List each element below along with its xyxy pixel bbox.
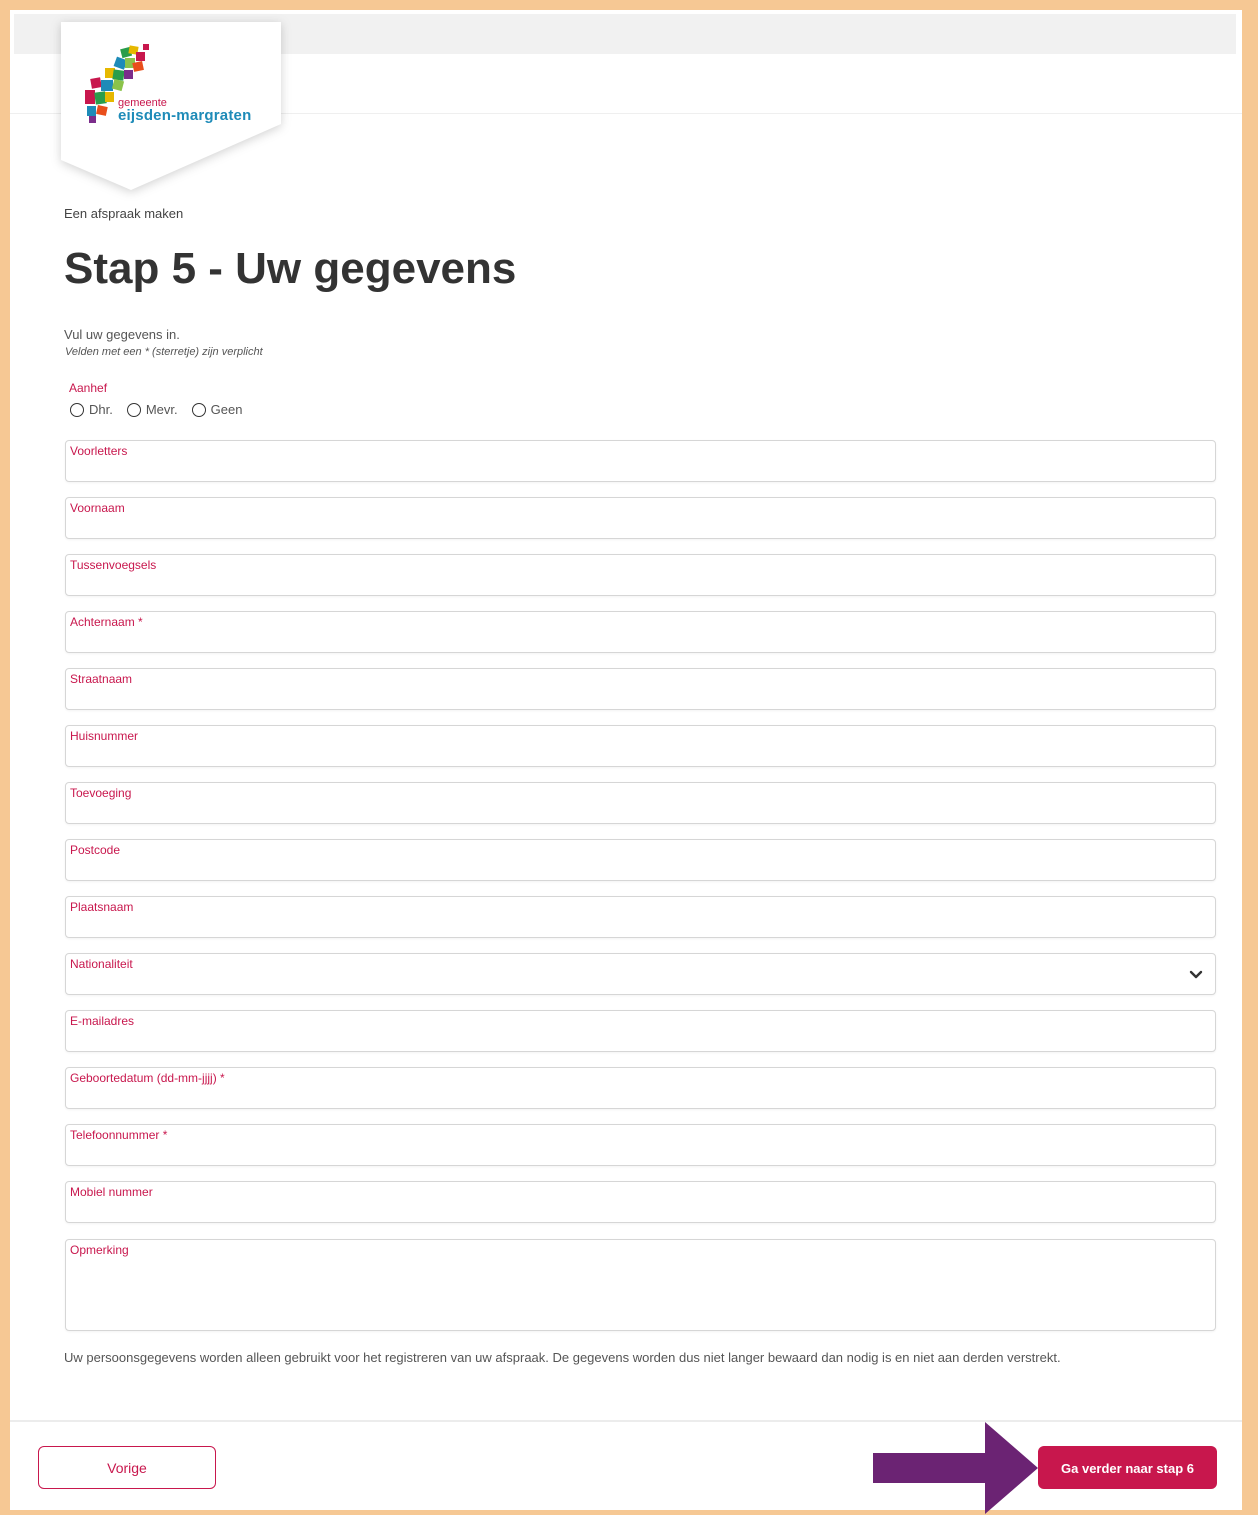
field-label: Opmerking xyxy=(70,1243,129,1257)
radio-dhr[interactable]: Dhr. xyxy=(70,402,113,417)
radio-circle-icon[interactable] xyxy=(70,402,84,417)
logo-text-municipality: eijsden-margraten xyxy=(118,107,252,124)
field-label: Voorletters xyxy=(70,444,128,458)
field-label: E-mailadres xyxy=(70,1014,135,1028)
arrow-right-icon xyxy=(873,1422,1038,1514)
radio-mevr[interactable]: Mevr. xyxy=(126,402,178,417)
email-field[interactable]: E-mailadres xyxy=(65,1010,1216,1052)
street-field[interactable]: Straatnaam xyxy=(65,668,1216,710)
field-label: Nationaliteit xyxy=(70,957,133,971)
field-label: Mobiel nummer xyxy=(70,1185,153,1199)
postcode-field[interactable]: Postcode xyxy=(65,839,1216,881)
field-label: Toevoeging xyxy=(70,786,132,800)
logo-shield-icon xyxy=(61,22,281,190)
first-name-field[interactable]: Voornaam xyxy=(65,497,1216,539)
previous-button[interactable]: Vorige xyxy=(38,1446,216,1489)
last-name-field[interactable]: Achternaam * xyxy=(65,611,1216,653)
mobile-field[interactable]: Mobiel nummer xyxy=(65,1181,1216,1223)
radio-label: Geen xyxy=(210,402,243,417)
chevron-down-icon[interactable] xyxy=(1189,970,1203,980)
breadcrumb: Een afspraak maken xyxy=(64,206,184,221)
infix-field[interactable]: Tussenvoegsels xyxy=(65,554,1216,596)
radio-circle-icon[interactable] xyxy=(126,402,141,417)
intro-text: Vul uw gegevens in. xyxy=(64,327,180,342)
required-note: Velden met een * (sterretje) zijn verpli… xyxy=(65,346,263,358)
radio-circle-icon[interactable] xyxy=(191,402,206,417)
field-label: Huisnummer xyxy=(70,729,139,743)
field-label: Straatnaam xyxy=(70,672,133,686)
salutation-label: Aanhef xyxy=(69,381,108,395)
next-step-button[interactable]: Ga verder naar stap 6 xyxy=(1038,1446,1217,1489)
city-field[interactable]: Plaatsnaam xyxy=(65,896,1216,938)
field-label: Postcode xyxy=(70,843,121,857)
field-label: Telefoonnummer * xyxy=(70,1128,168,1142)
initials-field[interactable]: Voorletters xyxy=(65,440,1216,482)
remark-textarea[interactable]: Opmerking xyxy=(65,1239,1216,1331)
privacy-notice: Uw persoonsgegevens worden alleen gebrui… xyxy=(64,1350,1061,1365)
radio-geen[interactable]: Geen xyxy=(191,402,243,417)
field-label: Tussenvoegsels xyxy=(70,558,157,572)
field-label: Achternaam * xyxy=(70,615,143,629)
page-title: Stap 5 - Uw gegevens xyxy=(64,244,517,293)
field-label: Plaatsnaam xyxy=(70,900,134,914)
field-label: Voornaam xyxy=(70,501,125,515)
birthdate-field[interactable]: Geboortedatum (dd-mm-jjjj) * xyxy=(65,1067,1216,1109)
nationality-select[interactable]: Nationaliteit xyxy=(65,953,1216,995)
logo[interactable] xyxy=(61,22,281,190)
radio-label: Mevr. xyxy=(145,402,178,417)
addition-field[interactable]: Toevoeging xyxy=(65,782,1216,824)
salutation-radio-group: Dhr. Mevr. Geen xyxy=(70,402,256,417)
phone-field[interactable]: Telefoonnummer * xyxy=(65,1124,1216,1166)
house-number-field[interactable]: Huisnummer xyxy=(65,725,1216,767)
radio-label: Dhr. xyxy=(89,402,113,417)
field-label: Geboortedatum (dd-mm-jjjj) * xyxy=(70,1071,225,1085)
